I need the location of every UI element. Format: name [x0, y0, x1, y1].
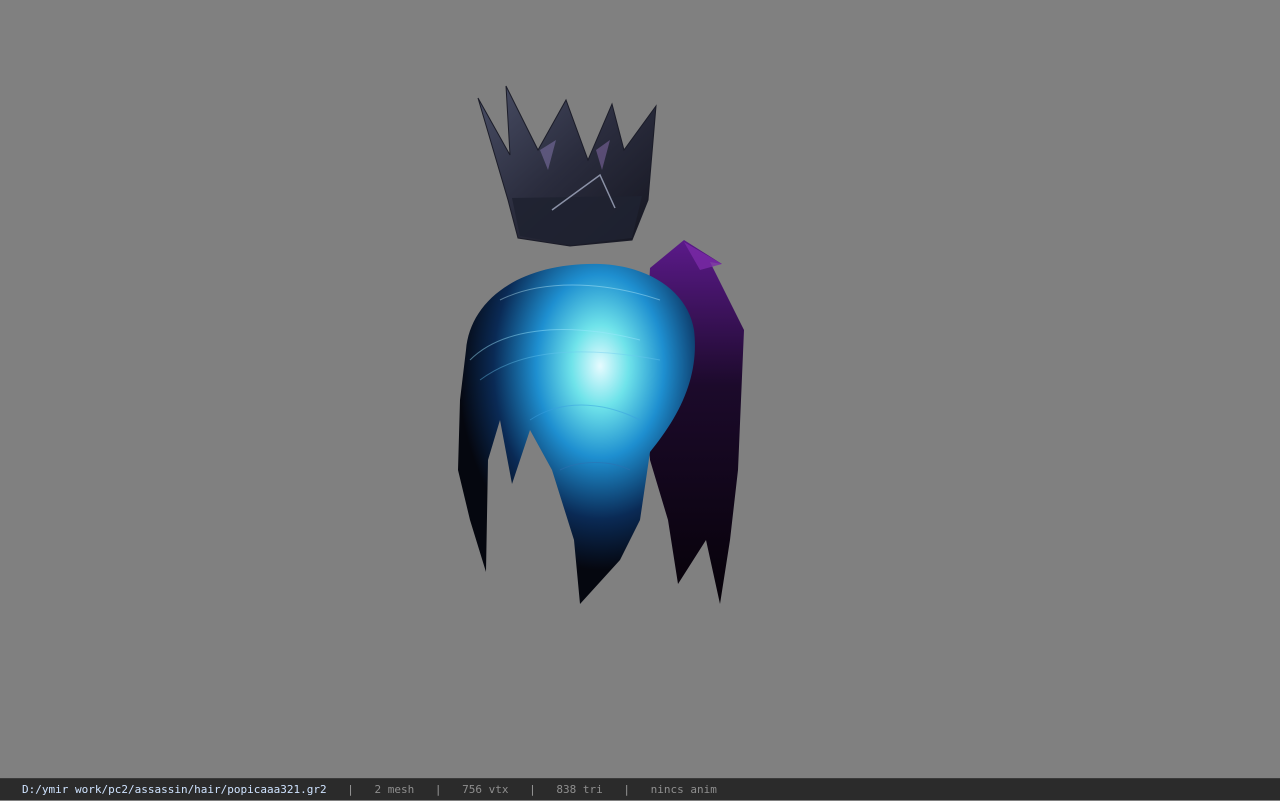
separator: |: [623, 783, 630, 796]
status-bar: D:/ymir work/pc2/assassin/hair/popicaaa3…: [0, 778, 1280, 800]
crown-mesh: [477, 85, 657, 247]
model-render: [458, 85, 744, 604]
hair-mesh: [458, 240, 744, 604]
triangle-count: 838 tri: [556, 783, 603, 796]
separator: |: [347, 783, 354, 796]
separator: |: [434, 783, 442, 796]
file-path: D:/ymir work/pc2/assassin/hair/popicaaa3…: [22, 783, 327, 796]
mesh-count: 2 mesh: [374, 783, 415, 796]
animation-status: nincs anim: [650, 783, 717, 796]
vertex-count: 756 vtx: [462, 783, 509, 796]
3d-viewport[interactable]: [0, 0, 1280, 778]
separator: |: [529, 783, 536, 796]
